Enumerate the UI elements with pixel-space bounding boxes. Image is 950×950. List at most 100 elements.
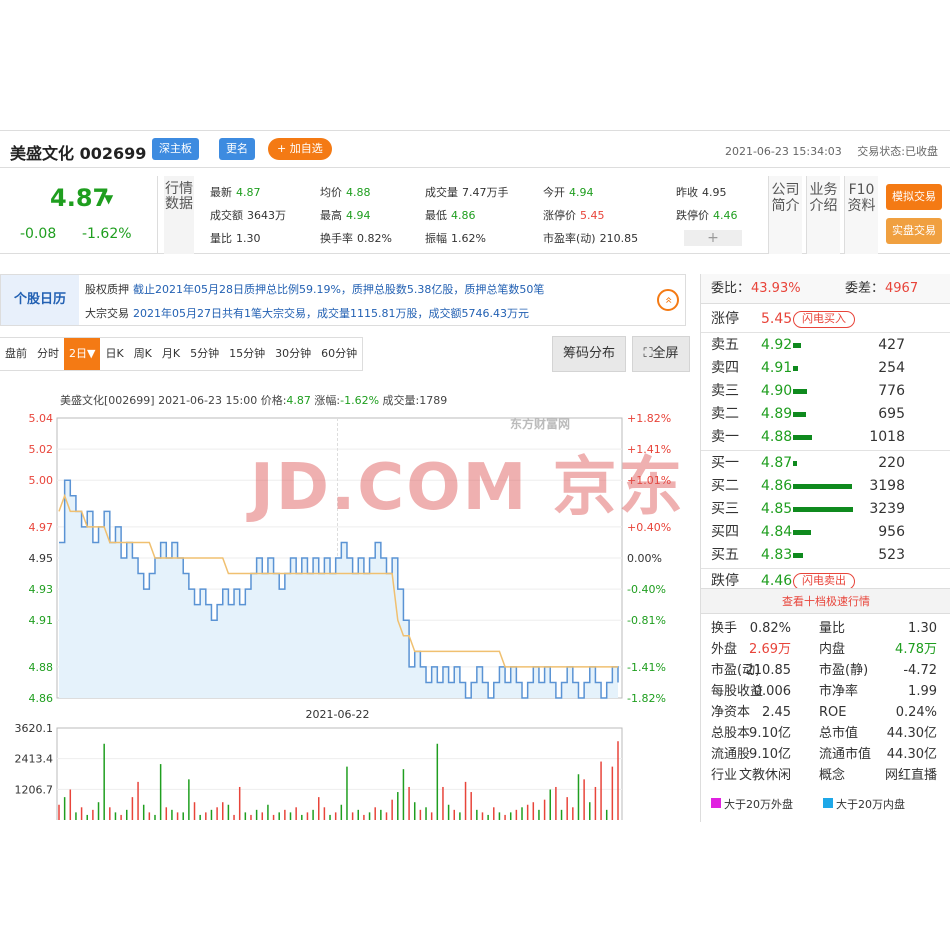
volume-bar (793, 507, 853, 512)
quote-field-key: 均价 (320, 186, 342, 199)
stat-label: 市净率 (819, 684, 859, 699)
quote-field-value: 4.86 (451, 209, 476, 222)
tab-period[interactable]: 周K (129, 338, 157, 370)
ask-row[interactable]: 卖三 4.90 776 (701, 380, 950, 403)
bid-row[interactable]: 买三 4.85 3239 (701, 498, 950, 521)
quote-field: 最新 4.87 (210, 184, 261, 200)
eastmoney-watermark: 东方财富网 (510, 417, 571, 431)
price-change: -0.08 (20, 226, 57, 242)
pct-tick-label: -1.41% (627, 661, 666, 674)
quote-section-label: 行情数据 (164, 176, 194, 254)
volume-plot-frame (56, 727, 623, 820)
ratio-label: 委比： (711, 281, 751, 296)
business-intro-link[interactable]: 业务介绍 (806, 176, 840, 254)
quote-field: 市盈率(动) 210.85 (543, 230, 638, 246)
limit-up-row[interactable]: 涨停 5.45 闪电买入 (701, 308, 950, 331)
stat-row: 换手 0.82% 量比 1.30 (701, 618, 950, 639)
stat-label: 总市值 (819, 726, 859, 741)
quote-field-key: 成交量 (425, 186, 458, 199)
add-field-button[interactable]: + (684, 230, 742, 246)
tab-period[interactable]: 月K (157, 338, 185, 370)
quote-field-value: 7.47万手 (462, 186, 509, 199)
ten-level-link[interactable]: 查看十档极速行情 (701, 588, 950, 614)
stat-value: 44.30亿 (886, 726, 937, 741)
order-ratio-row: 委比： 43.93% 委差： 4967 (701, 274, 950, 304)
stat-value: 文教休闲 (738, 768, 791, 783)
quote-field: 跌停价 4.46 (676, 207, 738, 223)
tab-period[interactable]: 15分钟 (224, 338, 270, 370)
tab-period[interactable]: 2日▼ (64, 338, 101, 370)
tab-period[interactable]: 分时 (32, 338, 64, 370)
order-price: 4.87 (761, 455, 793, 471)
stat-value: 2.69万 (749, 642, 791, 657)
bid-row[interactable]: 买五 4.83 523 (701, 544, 950, 567)
quote-field-value: 4.87 (236, 186, 261, 199)
calendar-line-block[interactable]: 大宗交易 2021年05月27日共有1笔大宗交易，成交量1115.81万股，成交额… (85, 305, 529, 321)
tab-period[interactable]: 盘前 (0, 338, 32, 370)
real-trade-button[interactable]: 实盘交易 (886, 218, 942, 244)
ask-row[interactable]: 卖一 4.88 1018 (701, 426, 950, 449)
lightning-trade-button[interactable]: 闪电买入 (793, 311, 855, 328)
tab-period[interactable]: 日K (100, 338, 128, 370)
calendar-line-pledge[interactable]: 股权质押 截止2021年05月28日质押总比例59.19%，质押总股数5.38亿股… (85, 281, 544, 297)
tab-period[interactable]: 30分钟 (270, 338, 316, 370)
order-volume: 956 (878, 524, 905, 540)
order-volume: 254 (878, 360, 905, 376)
quote-field-key: 量比 (210, 232, 232, 245)
stat-value: 9.10亿 (749, 747, 791, 762)
stat-value: 网红直播 (884, 768, 937, 783)
order-price: 4.90 (761, 383, 793, 399)
order-label: 涨停 (711, 311, 739, 327)
order-price: 4.86 (761, 478, 793, 494)
calendar-text[interactable]: 截止2021年05月28日质押总比例59.19%，质押总股数5.38亿股，质押总… (133, 283, 544, 296)
bid-row[interactable]: 买四 4.84 956 (701, 521, 950, 544)
ask-row[interactable]: 卖四 4.91 254 (701, 357, 950, 380)
bid-row[interactable]: 买一 4.87 220 (701, 452, 950, 475)
quote-field: 成交额 3643万 (210, 207, 286, 223)
ask-row[interactable]: 卖五 4.92 427 (701, 334, 950, 357)
stat-label: 概念 (819, 768, 846, 783)
bid-row[interactable]: 买二 4.86 3198 (701, 475, 950, 498)
ask-row[interactable]: 卖二 4.89 695 (701, 403, 950, 426)
period-tabs: 盘前 分时 2日▼ 日K 周K 月K 5分钟 15分钟 30分钟 60分钟 (0, 337, 364, 371)
y-tick-label: 4.86 (29, 692, 54, 705)
order-price: 5.45 (761, 311, 793, 327)
volume-bar (793, 389, 807, 394)
quote-field-value: 4.88 (346, 186, 371, 199)
order-volume: 1018 (869, 429, 905, 445)
order-volume: 220 (878, 455, 905, 471)
rename-button[interactable]: 更名 (219, 138, 255, 160)
stat-label: ROE (819, 705, 847, 720)
jd-watermark: JD.COM 京东 (250, 451, 685, 525)
quote-panel: 4.87 ▼ -0.08 -1.62% 行情数据 最新 4.87 成交额 3643万量… (0, 176, 950, 254)
add-watchlist-button[interactable]: + 加自选 (268, 138, 332, 160)
f10-link[interactable]: F10资料 (844, 176, 878, 254)
quote-field: 今开 4.94 (543, 184, 594, 200)
volume-tick-label: 1206.7 (15, 783, 54, 796)
stat-value: 1.30 (908, 621, 937, 636)
company-profile-link[interactable]: 公司简介 (768, 176, 802, 254)
stat-label: 总股本 (711, 726, 751, 741)
calendar-text[interactable]: 2021年05月27日共有1笔大宗交易，成交量1115.81万股，成交额5746… (133, 307, 529, 320)
order-label: 卖三 (711, 383, 739, 399)
volume-bar (793, 553, 803, 558)
stat-value: 210.85 (745, 663, 792, 678)
expand-icon[interactable]: « (657, 289, 679, 311)
sim-trade-button[interactable]: 模拟交易 (886, 184, 942, 210)
order-label: 买三 (711, 501, 739, 517)
tab-period[interactable]: 5分钟 (185, 338, 224, 370)
stat-row: 外盘 2.69万 内盘 4.78万 (701, 639, 950, 660)
tab-period[interactable]: 60分钟 (316, 338, 362, 370)
stat-label: 行业 (711, 768, 738, 783)
board-button[interactable]: 深主板 (152, 138, 199, 160)
fullscreen-button[interactable]: ⛶全屏 (632, 336, 690, 372)
stat-label: 量比 (819, 621, 846, 636)
volume-bar (793, 343, 801, 348)
stat-label: 内盘 (819, 642, 846, 657)
quote-field-value: 5.45 (580, 209, 605, 222)
divider (701, 332, 950, 333)
legend-swatch (711, 798, 721, 808)
chip-distribution-button[interactable]: 筹码分布 (552, 336, 626, 372)
stock-calendar: 个股日历 股权质押 截止2021年05月28日质押总比例59.19%，质押总股数5… (0, 274, 686, 326)
quote-field: 最低 4.86 (425, 207, 476, 223)
